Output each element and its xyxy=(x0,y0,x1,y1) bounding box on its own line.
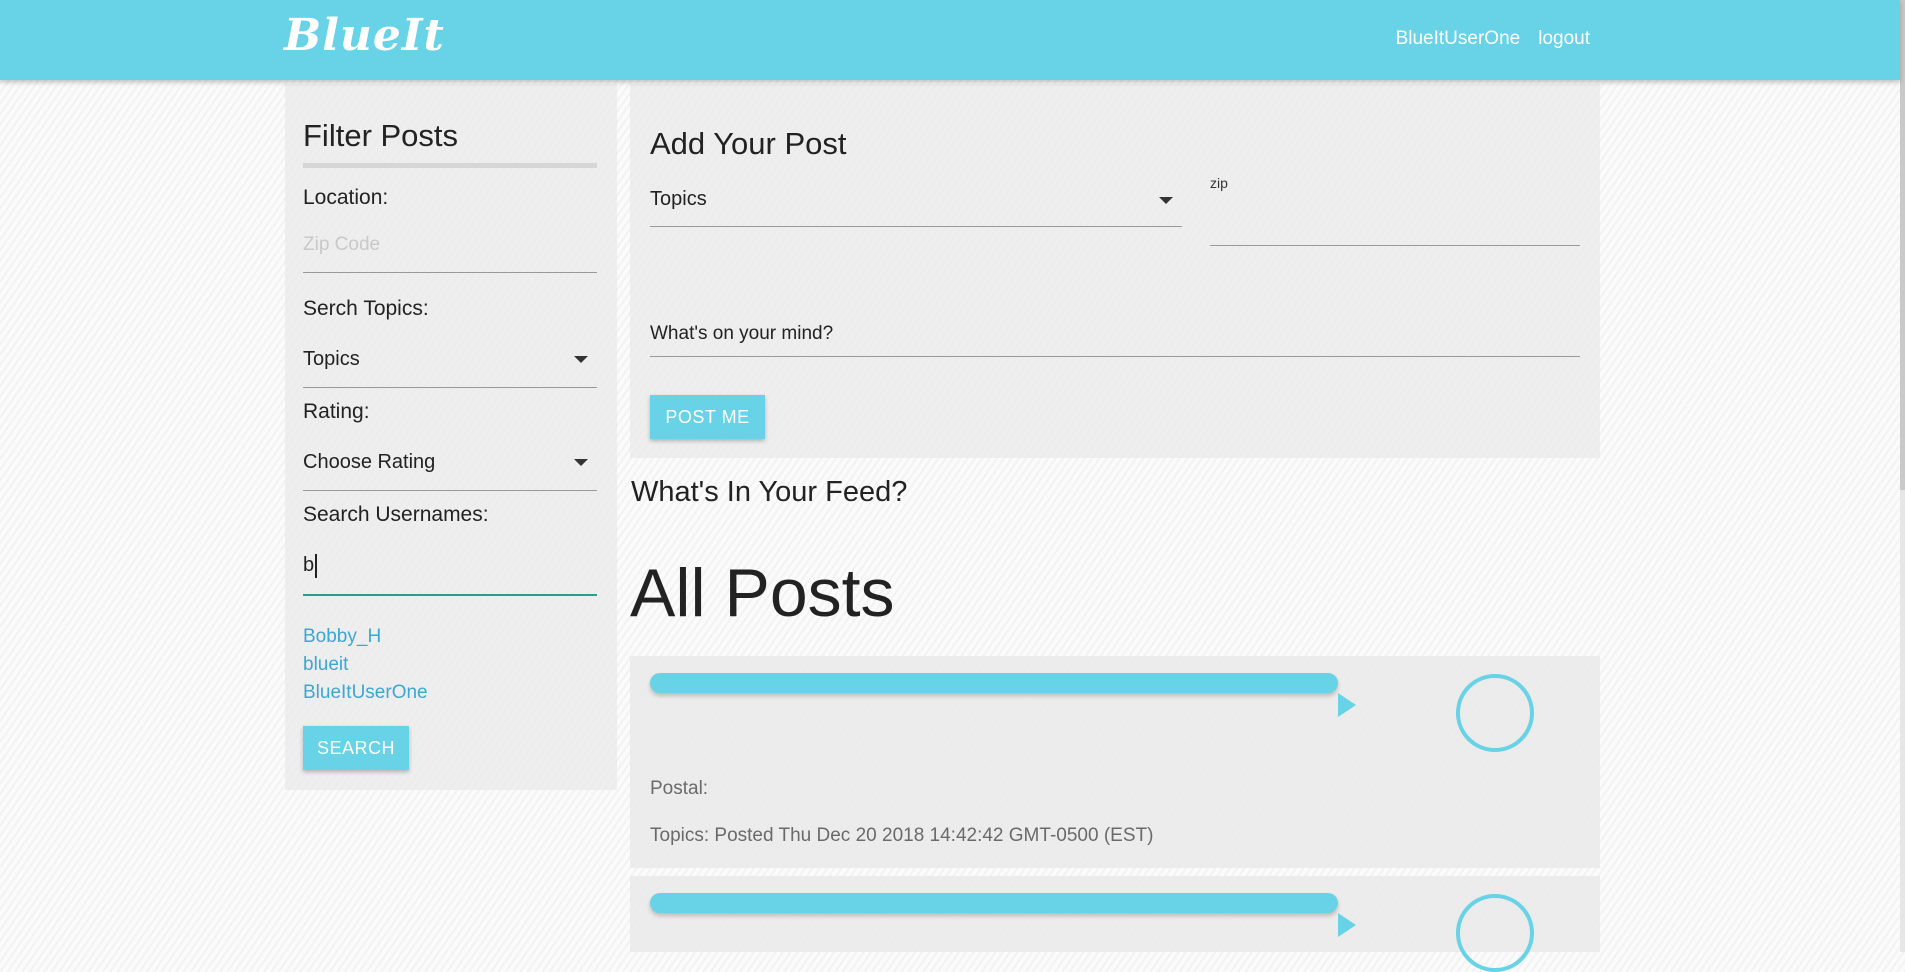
filter-title: Filter Posts xyxy=(303,118,459,153)
rating-underline xyxy=(303,490,597,491)
logout-link[interactable]: logout xyxy=(1538,28,1590,50)
post-message-placeholder: What's on your mind? xyxy=(650,323,834,344)
circle-icon[interactable] xyxy=(1456,894,1534,972)
caret-down-icon xyxy=(1159,197,1173,204)
circle-icon[interactable] xyxy=(1456,674,1534,752)
location-label: Location: xyxy=(303,186,389,209)
nav-links: BlueItUserOne logout xyxy=(1396,28,1590,50)
page-scrollbar[interactable] xyxy=(1900,0,1905,952)
post-topics-value: Topics xyxy=(650,188,707,210)
post-me-button[interactable]: POST ME xyxy=(650,395,765,439)
audio-progress-bar[interactable] xyxy=(650,893,1338,913)
play-icon[interactable] xyxy=(1338,693,1356,717)
username-input-underline xyxy=(303,594,597,596)
zip-label: zip xyxy=(1210,175,1228,191)
rating-select-value: Choose Rating xyxy=(303,451,436,473)
username-input-value: b xyxy=(303,554,315,576)
user-result-link[interactable]: Bobby_H xyxy=(303,626,381,648)
post-topics-date: Topics: Posted Thu Dec 20 2018 14:42:42 … xyxy=(650,825,1154,846)
feed-post-card: Postal: Topics: Posted Thu Dec 20 2018 1… xyxy=(630,656,1600,868)
scrollbar-thumb[interactable] xyxy=(1900,0,1905,490)
audio-progress-bar[interactable] xyxy=(650,673,1338,693)
title-divider xyxy=(303,163,597,168)
post-message-underline xyxy=(650,356,1580,357)
play-icon[interactable] xyxy=(1338,913,1356,937)
topics-underline xyxy=(303,387,597,388)
post-topics-underline xyxy=(650,226,1182,227)
add-post-card: Add Your Post Topics zip What's on your … xyxy=(630,84,1600,458)
topics-select-value: Topics xyxy=(303,348,360,370)
post-postal: Postal: xyxy=(650,778,709,799)
post-zip-input[interactable] xyxy=(1210,194,1580,244)
zip-code-input[interactable]: Zip Code xyxy=(303,234,380,256)
brand-logo[interactable]: BlueIt xyxy=(284,10,445,61)
feed-post-card xyxy=(630,876,1600,972)
top-navbar: BlueIt BlueItUserOne logout xyxy=(0,0,1900,80)
search-button[interactable]: SEARCH xyxy=(303,726,409,770)
text-cursor xyxy=(315,554,317,578)
all-posts-heading: All Posts xyxy=(630,555,895,631)
add-post-title: Add Your Post xyxy=(650,126,847,161)
feed-heading: What's In Your Feed? xyxy=(631,476,908,508)
filter-sidebar: Filter Posts Location: Zip Code Serch To… xyxy=(285,84,617,790)
user-result-link[interactable]: BlueItUserOne xyxy=(303,682,428,704)
zip-code-underline xyxy=(303,272,597,273)
usernames-label: Search Usernames: xyxy=(303,503,489,526)
topics-label: Serch Topics: xyxy=(303,297,429,320)
post-zip-underline xyxy=(1210,245,1580,246)
caret-down-icon xyxy=(574,459,588,466)
rating-label: Rating: xyxy=(303,400,370,423)
nav-username-link[interactable]: BlueItUserOne xyxy=(1396,28,1521,50)
caret-down-icon xyxy=(574,356,588,363)
post-message-input[interactable]: What's on your mind? xyxy=(650,320,1580,356)
user-result-link[interactable]: blueit xyxy=(303,654,348,676)
